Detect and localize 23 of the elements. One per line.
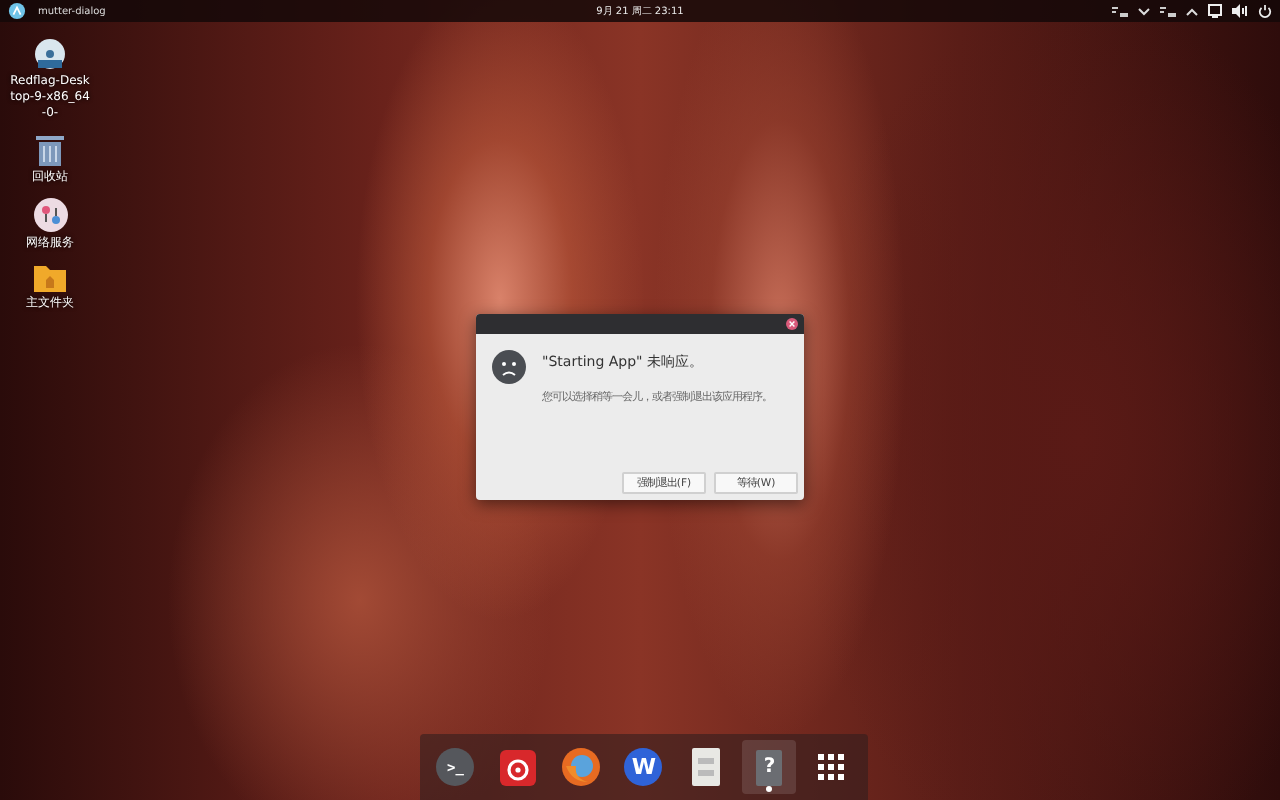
network-speed-icon[interactable] — [1111, 5, 1128, 17]
network-icon[interactable] — [33, 198, 67, 233]
dock-item[interactable]: W — [616, 740, 671, 794]
app-grid-icon[interactable] — [818, 753, 847, 781]
running-indicator — [766, 786, 773, 792]
sad-face-icon — [492, 350, 526, 384]
power-icon[interactable] — [1257, 4, 1272, 18]
volume-icon[interactable] — [1231, 4, 1248, 18]
close-icon[interactable] — [786, 318, 798, 330]
writer-icon[interactable]: W — [624, 748, 663, 786]
browser-icon[interactable] — [562, 748, 601, 786]
document-icon[interactable] — [692, 748, 721, 786]
chevron-up-icon[interactable] — [1185, 7, 1198, 15]
disc-icon[interactable] — [34, 38, 66, 70]
music-app-icon[interactable] — [500, 749, 537, 785]
folder-icon[interactable] — [34, 264, 66, 293]
display-icon[interactable] — [1207, 4, 1222, 18]
unknown-app-icon[interactable]: ? — [756, 749, 783, 785]
dock-item[interactable]: ? — [742, 740, 797, 794]
trash-icon[interactable] — [36, 134, 64, 167]
network-speed-icon[interactable] — [1159, 5, 1176, 17]
chevron-down-icon[interactable] — [1137, 7, 1150, 15]
logo-icon[interactable] — [8, 2, 26, 20]
